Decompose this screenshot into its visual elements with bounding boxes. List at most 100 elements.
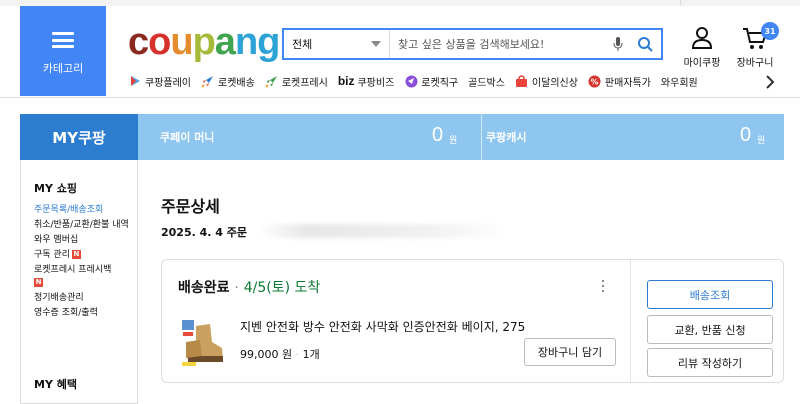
sidebar-item-regular-delivery[interactable]: 정기배송관리 [34, 292, 137, 305]
user-icon [691, 27, 713, 49]
quicknav-label: 쿠팡플레이 [145, 77, 191, 89]
arrival-date: 4/5(토) 도착 [243, 280, 321, 296]
play-icon [128, 74, 142, 88]
logo-letter: n [234, 21, 258, 63]
sidebar-item-label: 와우 멤버십 [34, 235, 79, 245]
delivery-status: 배송완료 · 4/5(토) 도착 [178, 277, 320, 297]
coupay-money-name: 쿠페이 머니 [160, 131, 215, 144]
product-thumbnail[interactable] [180, 318, 226, 368]
sidebar-item-orders[interactable]: 주문목록/배송조회 [34, 204, 137, 217]
status-text: 배송완료 [178, 280, 230, 296]
search-bar: 전체 [282, 28, 663, 60]
order-date: 2025. 4. 4 주문 [161, 226, 248, 239]
sidebar-item-receipt[interactable]: 영수증 조회/출력 [34, 307, 137, 320]
header-divider [0, 97, 800, 98]
cart-link[interactable]: 31 장바구니 [725, 22, 785, 69]
chevron-down-icon [371, 41, 381, 47]
top-utility-strip [0, 0, 800, 6]
logo-letter: c [128, 21, 149, 63]
coupay-money-unit: 원 [449, 136, 458, 146]
new-badge: N [71, 250, 81, 259]
quicknav-item-wow[interactable]: 와우회원 [661, 74, 698, 89]
sidebar-item-label: 구독 관리 [34, 250, 70, 260]
quicknav-item-rocket[interactable]: 로켓배송 [201, 74, 255, 89]
sidebar-item-wow-membership[interactable]: 와우 멤버십 [34, 234, 137, 247]
quicknav-label: 쿠팡비즈 [357, 77, 395, 89]
category-label: 카테고리 [42, 62, 84, 75]
quicknav-label: 판매자특가 [604, 77, 651, 89]
my-sidebar: MY 쇼핑 주문목록/배송조회 취소/반품/교환/환불 내역 와우 멤버십 구독… [20, 160, 138, 404]
hamburger-icon [52, 32, 74, 48]
quicknav-item-new[interactable]: 이달의신상 [515, 74, 578, 89]
coupang-cash-name: 쿠팡캐시 [486, 131, 527, 144]
coupay-money-label[interactable]: 쿠페이 머니 [160, 114, 214, 160]
rocket-icon [201, 74, 215, 88]
sidebar-item-cancel-return[interactable]: 취소/반품/교환/환불 내역 [34, 219, 130, 232]
sidebar-item-label: 영수증 조회/출력 [34, 308, 98, 318]
sidebar-item-label: 취소/반품/교환/환불 내역 [34, 220, 129, 230]
search-category-select[interactable]: 전체 [284, 30, 390, 58]
coupay-money-amount: 0 [432, 124, 444, 146]
quicknav-item-seller-deals[interactable]: % 판매자특가 [588, 74, 651, 89]
coupang-logo[interactable]: coupang [128, 21, 280, 63]
coupay-money-balance: 0 원 [432, 114, 472, 160]
bag-icon [515, 74, 529, 88]
balance-divider [481, 114, 482, 160]
coupang-cash-amount: 0 [740, 124, 752, 146]
sidebar-heading: MY 쇼핑 [34, 182, 77, 195]
coupang-cash-unit: 원 [757, 136, 766, 146]
sidebar-heading-benefits: MY 혜택 [34, 378, 77, 391]
quicknav-item-rocket-fresh[interactable]: 로켓프레시 [265, 74, 328, 89]
search-input[interactable] [390, 30, 607, 58]
quicknav-item-coupang-play[interactable]: 쿠팡플레이 [128, 74, 191, 89]
logo-letter: p [192, 21, 216, 63]
quicknav-label: 와우회원 [660, 77, 698, 89]
coupang-cash-label[interactable]: 쿠팡캐시 [486, 114, 526, 160]
quicknav-label: 로켓직구 [421, 77, 459, 89]
rocket-fresh-icon [265, 74, 279, 88]
product-price: 99,000 원 · 1개 [240, 346, 320, 362]
quicknav-label: 로켓배송 [218, 77, 255, 89]
product-name[interactable]: 지벤 안전화 방수 안전화 사막화 인증안전화 베이지, 275 [240, 318, 525, 335]
add-to-cart-button[interactable]: 장바구니 담기 [524, 338, 616, 366]
my-coupang-link[interactable]: 마이쿠팡 [672, 26, 732, 69]
exchange-return-button[interactable]: 교환, 반품 신청 [647, 315, 773, 344]
search-icon[interactable] [629, 30, 661, 58]
category-button[interactable]: 카테고리 [20, 6, 106, 96]
cart-label: 장바구니 [736, 58, 774, 69]
search-category-value: 전체 [292, 38, 313, 51]
sidebar-item-fresh-bag[interactable]: 로켓프레시 프레시백 N [34, 264, 137, 290]
quicknav-item-biz[interactable]: biz 쿠팡비즈 [338, 74, 394, 89]
microphone-icon[interactable] [607, 30, 629, 58]
globe-icon [404, 74, 418, 88]
quantity-value: 1개 [302, 348, 320, 361]
chevron-right-icon[interactable] [764, 74, 776, 89]
order-card: 배송완료 · 4/5(토) 도착 지벤 안전화 방수 안전화 사막화 인증안전화… [161, 259, 784, 384]
sidebar-item-label: 로켓프레시 프레시백 [34, 265, 112, 275]
cart-count-badge: 31 [761, 22, 779, 40]
track-delivery-button[interactable]: 배송조회 [647, 280, 773, 309]
logo-letter: g [257, 21, 280, 63]
my-coupang-title[interactable]: MY쿠팡 [20, 114, 138, 160]
new-badge: N [34, 278, 43, 287]
percent-icon: % [588, 74, 602, 88]
more-options-icon[interactable] [599, 280, 607, 294]
price-separator: · [295, 348, 300, 361]
page-title: 주문상세 [161, 197, 220, 216]
quick-nav: 쿠팡플레이 로켓배송 로켓프레시 biz 쿠팡비즈 로켓직구 골드박스 이달의신… [128, 70, 708, 92]
quicknav-item-rocket-direct[interactable]: 로켓직구 [404, 74, 458, 89]
my-coupang-label: 마이쿠팡 [683, 58, 721, 69]
quicknav-label: 이달의신상 [531, 77, 578, 89]
biz-icon: biz [337, 74, 355, 88]
svg-text:%: % [591, 77, 599, 86]
sidebar-item-label: 정기배송관리 [34, 293, 84, 303]
quicknav-item-goldbox[interactable]: 골드박스 [468, 74, 505, 89]
utility-divider [680, 0, 702, 6]
sidebar-item-subscription[interactable]: 구독 관리 N [34, 249, 137, 262]
logo-letter: o [148, 21, 171, 63]
quicknav-label: 로켓프레시 [281, 77, 328, 89]
card-divider [630, 260, 631, 384]
my-coupang-bar: MY쿠팡 쿠페이 머니 0 원 쿠팡캐시 0 원 [20, 114, 784, 160]
quicknav-label: 골드박스 [468, 77, 505, 89]
write-review-button[interactable]: 리뷰 작성하기 [647, 348, 773, 377]
